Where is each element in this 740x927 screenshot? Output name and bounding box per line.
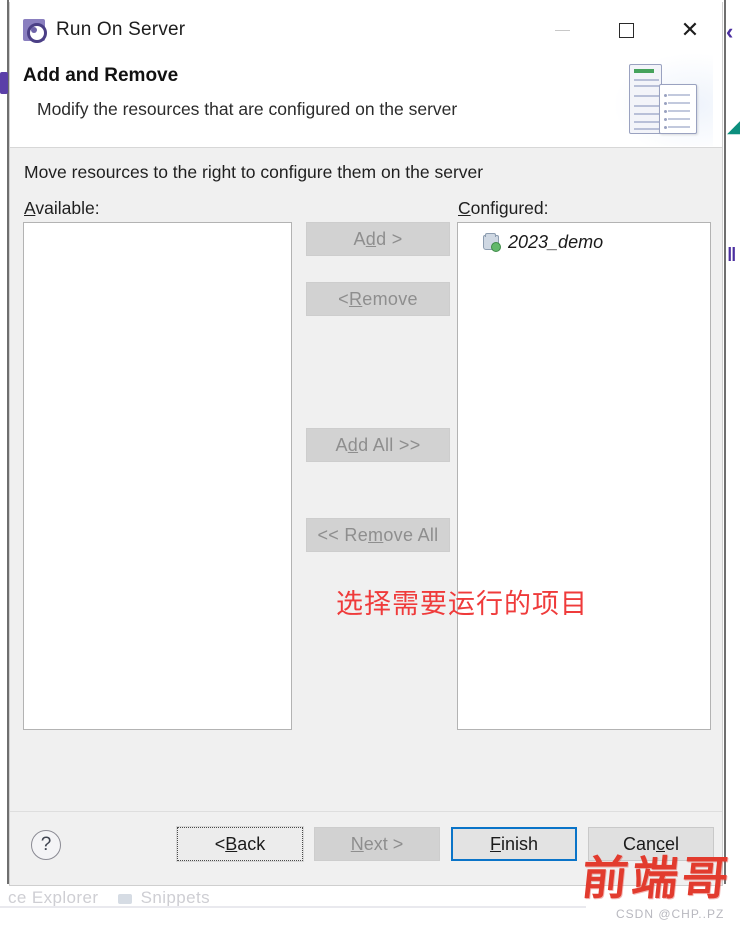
add-all-button-mnemonic: d: [347, 434, 359, 455]
list-item-label: 2023_demo: [508, 231, 604, 252]
maximize-button[interactable]: [594, 2, 658, 58]
server-row: [634, 95, 659, 97]
server-and-document-icon: [615, 54, 713, 146]
background-right-marker-1: ‹: [726, 19, 734, 44]
remove-all-button-post: ove All: [383, 524, 439, 545]
background-right-marker-3: ‖: [727, 245, 737, 266]
snippets-tab-icon: [117, 894, 132, 904]
configured-label: Configured:: [458, 198, 548, 219]
next-button-mnemonic: N: [350, 833, 364, 854]
available-label-rest: vailable:: [35, 198, 100, 218]
cancel-button-mnemonic: c: [656, 833, 665, 854]
doc-bullet: [664, 118, 667, 121]
configured-mnemonic: C: [458, 198, 471, 218]
window-controls: ✕: [530, 2, 722, 58]
doc-line: [668, 118, 690, 120]
server-row: [634, 79, 659, 81]
remove-button[interactable]: < Remove: [306, 282, 450, 316]
close-button[interactable]: ✕: [658, 2, 722, 58]
back-button-pre: <: [214, 833, 226, 854]
help-icon[interactable]: ?: [31, 830, 61, 860]
doc-bullet: [664, 94, 667, 97]
next-button-post: ext >: [363, 833, 404, 854]
list-item[interactable]: 2023_demo: [458, 229, 710, 255]
doc-bullet: [664, 110, 667, 113]
doc-line: [668, 126, 690, 128]
doc-line: [668, 94, 690, 96]
finish-button-post: inish: [500, 833, 539, 854]
remove-button-mnemonic: R: [348, 288, 363, 309]
titlebar-left: Run On Server: [10, 19, 186, 43]
server-row: [634, 128, 659, 130]
instruction-text: Move resources to the right to configure…: [24, 162, 484, 182]
cancel-button[interactable]: Can c el: [588, 827, 714, 861]
server-tower-icon: [629, 64, 662, 134]
background-tab-explorer: ce Explorer: [8, 888, 99, 907]
add-all-button-pre: A: [335, 434, 348, 455]
minimize-icon: [554, 29, 570, 31]
add-button-post: d >: [376, 228, 403, 249]
server-row: [634, 85, 659, 87]
back-button-mnemonic: B: [225, 833, 238, 854]
back-button[interactable]: < Back: [176, 826, 304, 862]
add-button[interactable]: Add >: [306, 222, 450, 256]
dialog-banner: Add and Remove Modify the resources that…: [10, 54, 722, 148]
screenshot-root: ‹ ◢ ‖ ce Explorer Snippets Run On Server: [0, 0, 740, 927]
server-row: [634, 113, 659, 115]
available-label: Available:: [24, 198, 100, 219]
remove-all-button-mnemonic: m: [368, 524, 384, 545]
background-tab-underline: [0, 906, 586, 908]
run-on-server-dialog: Run On Server ✕ Add and Remove Modify th…: [9, 2, 723, 886]
maximize-icon: [618, 22, 634, 38]
add-button-pre: A: [353, 228, 366, 249]
document-list-icon: [659, 84, 697, 134]
back-button-post: ack: [237, 833, 266, 854]
project-module-icon: [483, 232, 501, 252]
background-right-rail: [724, 0, 726, 886]
dialog-titlebar[interactable]: Run On Server ✕: [10, 2, 722, 58]
window-title: Run On Server: [56, 19, 186, 40]
background-tab-snippets: Snippets: [140, 888, 210, 907]
run-on-server-icon: [23, 19, 47, 43]
remove-button-post: emove: [362, 288, 418, 309]
footer-button-group: < Back Next > Finish Can c el: [166, 826, 714, 862]
cancel-button-post: el: [665, 833, 680, 854]
add-all-button-post: d All >>: [358, 434, 421, 455]
finish-button-mnemonic: F: [489, 833, 501, 854]
remove-button-pre: <: [338, 288, 349, 309]
server-row: [634, 105, 659, 107]
background-right-marker-2: ◢: [727, 116, 740, 136]
server-status-bar: [634, 69, 654, 73]
remove-all-button[interactable]: << Re m ove All: [306, 518, 450, 552]
finish-button[interactable]: Finish: [451, 827, 577, 861]
cancel-button-pre: Can: [622, 833, 656, 854]
dialog-body: Move resources to the right to configure…: [10, 148, 722, 811]
doc-line: [668, 102, 690, 104]
add-all-button[interactable]: Add All >>: [306, 428, 450, 462]
background-left-marker: [0, 72, 8, 94]
background-view-tabs: ce Explorer Snippets: [8, 888, 210, 908]
dialog-footer: ? < Back Next > Finish Can c el: [10, 811, 722, 885]
banner-title: Add and Remove: [23, 65, 179, 86]
close-icon: ✕: [680, 17, 700, 42]
minimize-button[interactable]: [530, 2, 594, 58]
available-mnemonic: A: [24, 198, 36, 218]
transfer-button-group: Add > < Remove Add All >> << Re m ove All: [306, 222, 450, 578]
doc-line: [668, 110, 690, 112]
next-button[interactable]: Next >: [314, 827, 440, 861]
doc-bullet: [664, 126, 667, 129]
configured-label-rest: onfigured:: [470, 198, 549, 218]
banner-subtitle: Modify the resources that are configured…: [37, 99, 458, 119]
configured-listbox[interactable]: 2023_demo: [457, 222, 711, 730]
available-listbox[interactable]: [23, 222, 292, 730]
doc-bullet: [664, 102, 667, 105]
server-row: [634, 121, 659, 123]
add-button-mnemonic: d: [365, 228, 377, 249]
remove-all-button-pre: << Re: [317, 524, 369, 545]
